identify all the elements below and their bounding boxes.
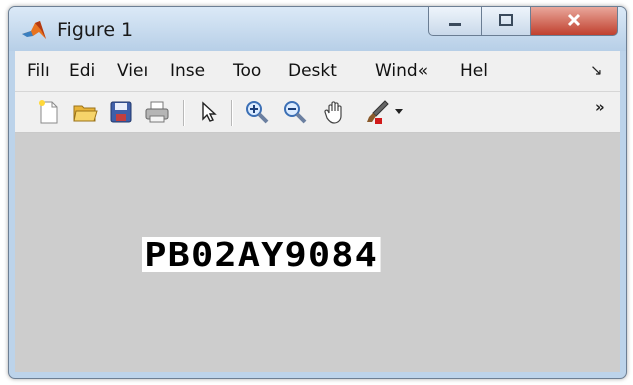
printer-icon[interactable] bbox=[143, 98, 171, 126]
plate-text: PB02AY9084 bbox=[142, 237, 381, 272]
menu-overflow-icon[interactable]: ↘ bbox=[590, 61, 603, 79]
chevron-down-icon[interactable] bbox=[395, 109, 403, 114]
menu-insert[interactable]: Inse bbox=[170, 61, 205, 81]
menu-window[interactable]: Wind« bbox=[375, 61, 428, 81]
minimize-button[interactable] bbox=[428, 7, 482, 36]
matlab-logo-icon bbox=[21, 20, 47, 42]
close-icon bbox=[566, 12, 582, 31]
menu-help[interactable]: Hel bbox=[460, 61, 488, 81]
menu-bar: Filı Edi Vieı Inse Too Deskt Wind« Hel ↘ bbox=[15, 51, 620, 92]
save-icon[interactable] bbox=[107, 98, 135, 126]
title-bar[interactable]: Figure 1 bbox=[9, 7, 626, 51]
new-file-icon[interactable] bbox=[35, 98, 63, 126]
minimize-icon bbox=[447, 12, 463, 31]
hand-icon[interactable] bbox=[321, 98, 349, 126]
menu-desktop[interactable]: Deskt bbox=[288, 61, 337, 81]
maximize-icon bbox=[498, 12, 514, 31]
brush-icon[interactable] bbox=[363, 98, 391, 126]
arrow-pointer-icon[interactable] bbox=[195, 98, 223, 126]
folder-open-icon[interactable] bbox=[71, 98, 99, 126]
window-title: Figure 1 bbox=[57, 19, 134, 41]
figure-window: Figure 1 Filı Edi Vieı Inse Too Deskt Wi… bbox=[8, 6, 627, 379]
figure-canvas: PB02AY9084 bbox=[15, 133, 620, 372]
close-button[interactable] bbox=[531, 7, 618, 36]
maximize-button[interactable] bbox=[482, 7, 531, 36]
figure-toolbar: » bbox=[15, 92, 620, 133]
plate-image: PB02AY9084 bbox=[142, 237, 381, 272]
toolbar-overflow-icon[interactable]: » bbox=[595, 98, 605, 116]
menu-file[interactable]: Filı bbox=[27, 61, 50, 81]
toolbar-separator bbox=[231, 100, 233, 126]
window-controls bbox=[428, 7, 618, 37]
menu-tools[interactable]: Too bbox=[233, 61, 261, 81]
menu-edit[interactable]: Edi bbox=[69, 61, 95, 81]
zoom-out-icon[interactable] bbox=[281, 98, 309, 126]
toolbar-separator bbox=[183, 100, 185, 126]
zoom-in-icon[interactable] bbox=[243, 98, 271, 126]
menu-view[interactable]: Vieı bbox=[117, 61, 148, 81]
